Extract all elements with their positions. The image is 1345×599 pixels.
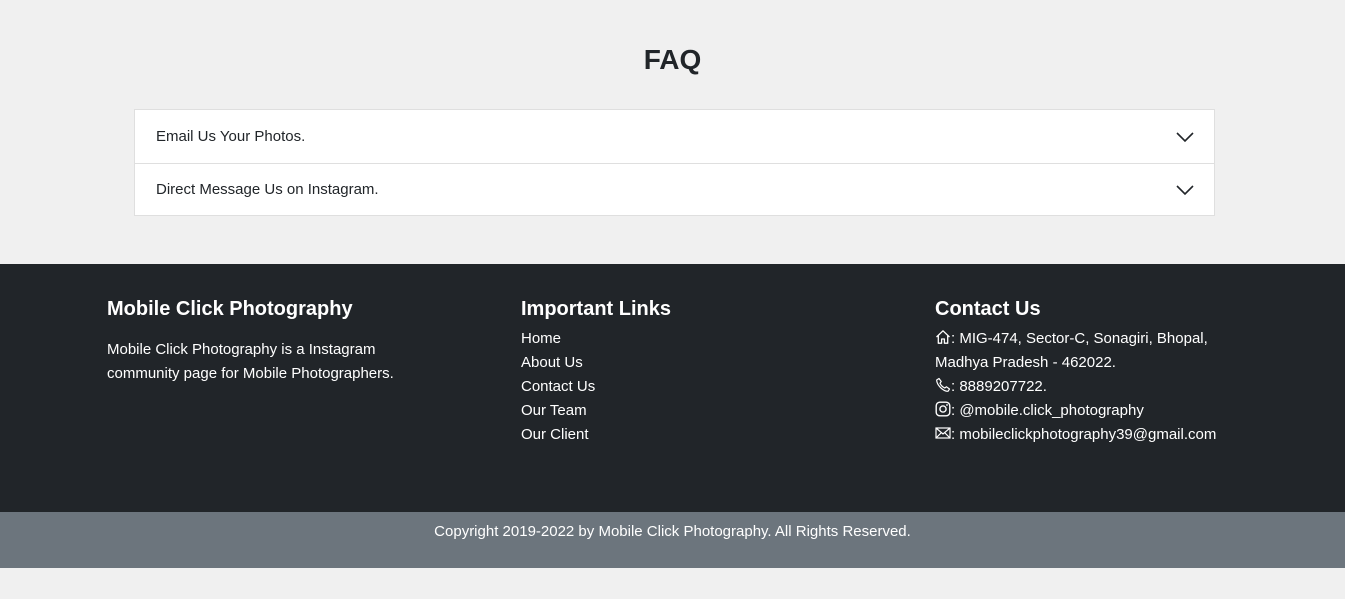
link-home[interactable]: Home <box>521 330 561 347</box>
envelope-icon <box>935 427 951 439</box>
chevron-down-icon <box>1176 184 1194 195</box>
footer-contact: Contact Us : MIG-474, Sector-C, Sonagiri… <box>935 296 1335 447</box>
contact-email-text: : mobileclickphotography39@gmail.com <box>951 426 1217 443</box>
link-about-us[interactable]: About Us <box>521 354 583 371</box>
copyright-bar: Copyright 2019-2022 by Mobile Click Phot… <box>0 512 1345 568</box>
home-icon <box>936 330 950 344</box>
phone-icon <box>936 377 951 392</box>
footer-links-heading: Important Links <box>521 298 672 320</box>
contact-address-line1: : MIG-474, Sector-C, Sonagiri, Bhopal, <box>951 330 1208 347</box>
footer-about-text: Mobile Click Photography is a Instagram … <box>107 341 394 382</box>
contact-phone-text: : 8889207722. <box>951 378 1047 395</box>
copyright-text: Copyright 2019-2022 by Mobile Click Phot… <box>434 523 911 540</box>
footer-link-list: Home About Us Contact Us Our Team Our Cl… <box>521 327 841 447</box>
contact-address: : MIG-474, Sector-C, Sonagiri, Bhopal, <box>935 327 1335 351</box>
contact-email[interactable]: : mobileclickphotography39@gmail.com <box>935 423 1335 447</box>
faq-item-instagram-dm[interactable]: Direct Message Us on Instagram. <box>135 163 1214 215</box>
link-contact-us[interactable]: Contact Us <box>521 378 595 395</box>
faq-accordion: Email Us Your Photos. Direct Message Us … <box>134 109 1215 216</box>
contact-phone[interactable]: : 8889207722. <box>935 375 1335 399</box>
contact-instagram[interactable]: : @mobile.click_photography <box>935 399 1335 423</box>
faq-item-email-photos[interactable]: Email Us Your Photos. <box>135 110 1214 163</box>
contact-instagram-text: : @mobile.click_photography <box>951 402 1144 419</box>
contact-address-line2: Madhya Pradesh - 462022. <box>935 354 1116 371</box>
footer-link-item: Our Client <box>521 423 841 447</box>
chevron-down-icon <box>1176 131 1194 142</box>
faq-section: FAQ Email Us Your Photos. Direct Message… <box>0 0 1345 264</box>
footer-link-item: About Us <box>521 351 841 375</box>
link-our-team[interactable]: Our Team <box>521 402 587 419</box>
link-our-client[interactable]: Our Client <box>521 426 589 443</box>
footer: Mobile Click Photography Mobile Click Ph… <box>0 264 1345 512</box>
footer-contact-heading: Contact Us <box>935 298 1041 320</box>
faq-question: Direct Message Us on Instagram. <box>156 181 379 198</box>
instagram-icon <box>935 401 951 417</box>
faq-question: Email Us Your Photos. <box>156 128 306 145</box>
footer-link-item: Home <box>521 327 841 351</box>
footer-links: Important Links Home About Us Contact Us… <box>521 296 841 447</box>
footer-about: Mobile Click Photography Mobile Click Ph… <box>107 296 427 386</box>
footer-link-item: Our Team <box>521 399 841 423</box>
footer-link-item: Contact Us <box>521 375 841 399</box>
footer-about-heading: Mobile Click Photography <box>107 298 353 320</box>
faq-title: FAQ <box>643 44 702 75</box>
